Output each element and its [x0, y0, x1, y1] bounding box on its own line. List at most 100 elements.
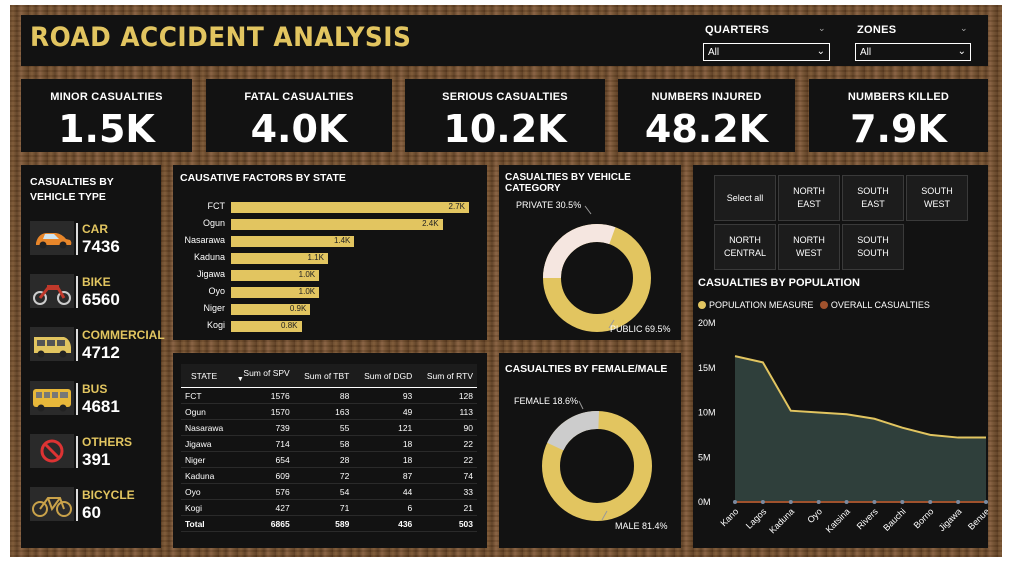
column-header-dgd[interactable]: Sum of DGD — [353, 364, 417, 388]
bar-value-label: 1.0K — [298, 287, 316, 296]
table-row[interactable]: Nasarawa 739 55 121 90 — [181, 419, 477, 436]
bar-label: Ogun — [202, 218, 225, 228]
kpi-label: FATAL CASUALTIES — [244, 91, 354, 103]
zone-button-label: NORTH CENTRAL — [723, 235, 766, 258]
column-header-tbt[interactable]: Sum of TBT — [293, 364, 354, 388]
value-cell: 49 — [353, 403, 417, 420]
column-header-rtv[interactable]: Sum of RTV — [416, 364, 477, 388]
table-row[interactable]: Ogun 1570 163 49 113 — [181, 403, 477, 420]
table-row[interactable]: Oyo 576 54 44 33 — [181, 483, 477, 500]
bar-row[interactable]: Niger 0.9K — [173, 303, 473, 315]
vehicle-row-bike[interactable]: BIKE 6560 — [28, 270, 158, 316]
value-cell: 44 — [353, 483, 417, 500]
value-cell: 427 — [232, 499, 294, 516]
column-header-label: Sum of SPV — [243, 368, 290, 378]
casualties-point[interactable] — [928, 500, 933, 504]
bar-row[interactable]: FCT 2.7K — [173, 201, 473, 213]
population-title: CASUALTIES BY POPULATION — [698, 277, 860, 289]
x-tick-label: Oyo — [805, 506, 824, 525]
zone-button-label: NORTH EAST — [793, 186, 825, 209]
value-cell: 90 — [416, 419, 477, 436]
value-cell: 18 — [353, 451, 417, 468]
leader-line-private — [584, 205, 592, 215]
casualties-point[interactable] — [816, 500, 821, 504]
zone-button-south-south[interactable]: SOUTH SOUTH — [842, 224, 904, 270]
zones-value: All — [860, 47, 872, 58]
table-row[interactable]: Kaduna 609 72 87 74 — [181, 467, 477, 484]
zone-button-label: NORTH WEST — [793, 235, 825, 258]
value-cell: 72 — [293, 467, 354, 484]
vehicle-divider — [76, 276, 78, 308]
casualties-point[interactable] — [984, 500, 988, 504]
bar-row[interactable]: Kaduna 1.1K — [173, 252, 473, 264]
state-cell: FCT — [181, 387, 233, 404]
zone-button-south-west[interactable]: SOUTH WEST — [906, 175, 968, 221]
casualties-point[interactable] — [872, 500, 877, 504]
table-row[interactable]: Jigawa 714 58 18 22 — [181, 435, 477, 452]
legend-item-casualties[interactable]: OVERALL CASUALTIES — [819, 300, 930, 310]
chevron-down-icon: ⌄ — [816, 46, 825, 57]
kpi-card-injured: NUMBERS INJURED 48.2K — [618, 79, 795, 152]
casualties-point[interactable] — [733, 500, 737, 504]
bar-row[interactable]: Oyo 1.0K — [173, 286, 473, 298]
column-header-spv[interactable]: Sum of SPV ▼ — [232, 364, 294, 388]
gender-panel: CASUALTIES BY FEMALE/MALE FEMALE 18.6% M… — [499, 353, 681, 548]
kpi-value: 48.2K — [644, 107, 769, 151]
table-row[interactable]: FCT 1576 88 93 128 — [181, 387, 477, 404]
x-tick-label: Katsina — [824, 506, 852, 534]
zones-chevron-icon[interactable]: ⌄ — [960, 23, 968, 34]
x-tick-label: Lagos — [744, 506, 769, 531]
x-tick-label: Bauchi — [881, 506, 908, 533]
state-cell: Niger — [181, 451, 233, 468]
casualties-point[interactable] — [900, 500, 905, 504]
zone-button-north-west[interactable]: NORTH WEST — [778, 224, 840, 270]
value-cell: 22 — [416, 451, 477, 468]
state-table-panel: STATE Sum of SPV ▼ Sum of TBT Sum of DGD … — [173, 353, 487, 548]
zone-button-select-all[interactable]: Select all — [714, 175, 776, 221]
zone-button-label: SOUTH WEST — [921, 186, 953, 209]
no-entry-icon — [30, 434, 74, 468]
vehicle-divider — [76, 436, 78, 468]
zones-dropdown[interactable]: All ⌄ — [855, 43, 971, 61]
vehicle-row-car[interactable]: CAR 7436 — [28, 217, 158, 263]
causative-title: CAUSATIVE FACTORS BY STATE — [180, 172, 346, 184]
state-cell: Oyo — [181, 483, 233, 500]
value-cell: 54 — [293, 483, 354, 500]
zones-label: ZONES — [857, 24, 897, 36]
bar — [231, 202, 469, 213]
legend-item-population[interactable]: POPULATION MEASURE — [698, 300, 813, 310]
quarters-dropdown[interactable]: All ⌄ — [703, 43, 830, 61]
bar-row[interactable]: Nasarawa 1.4K — [173, 235, 473, 247]
zone-button-north-central[interactable]: NORTH CENTRAL — [714, 224, 776, 270]
value-cell: 128 — [416, 387, 477, 404]
vehicle-row-bicycle[interactable]: BICYCLE 60 — [28, 483, 158, 529]
vehicle-row-others[interactable]: OTHERS 391 — [28, 430, 158, 476]
casualties-point[interactable] — [760, 500, 765, 504]
vehicle-name: BUS — [82, 382, 108, 396]
zone-button-south-east[interactable]: SOUTH EAST — [842, 175, 904, 221]
vehicle-row-commercial[interactable]: COMMERCIAL 4712 — [28, 323, 165, 369]
casualties-point[interactable] — [956, 500, 961, 504]
value-cell: 33 — [416, 483, 477, 500]
vehicle-value: 391 — [82, 450, 111, 469]
bar-value-label: 1.4K — [333, 236, 351, 245]
table-row[interactable]: Niger 654 28 18 22 — [181, 451, 477, 468]
bar-row[interactable]: Ogun 2.4K — [173, 218, 473, 230]
bar-row[interactable]: Jigawa 1.0K — [173, 269, 473, 281]
casualties-point[interactable] — [788, 500, 793, 504]
vehicle-divider — [76, 329, 78, 361]
vehicle-value: 60 — [82, 503, 101, 522]
bar-row[interactable]: Kogi 0.8K — [173, 320, 473, 332]
gender-title: CASUALTIES BY FEMALE/MALE — [505, 363, 668, 375]
quarters-chevron-icon[interactable]: ⌄ — [818, 23, 826, 34]
population-panel: Select all NORTH EAST SOUTH EAST SOUTH WEST… — [693, 165, 988, 548]
vehicle-name: COMMERCIAL — [82, 328, 165, 342]
table-row[interactable]: Kogi 427 71 6 21 — [181, 499, 477, 516]
casualties-point[interactable] — [844, 500, 849, 504]
vehicle-category-donut — [543, 205, 651, 332]
column-header-state[interactable]: STATE — [181, 364, 233, 388]
vehicle-row-bus[interactable]: BUS 4681 — [28, 377, 158, 423]
table-total-row: Total 6865 589 436 503 — [181, 515, 477, 532]
zone-button-north-east[interactable]: NORTH EAST — [778, 175, 840, 221]
kpi-card-killed: NUMBERS KILLED 7.9K — [809, 79, 988, 152]
